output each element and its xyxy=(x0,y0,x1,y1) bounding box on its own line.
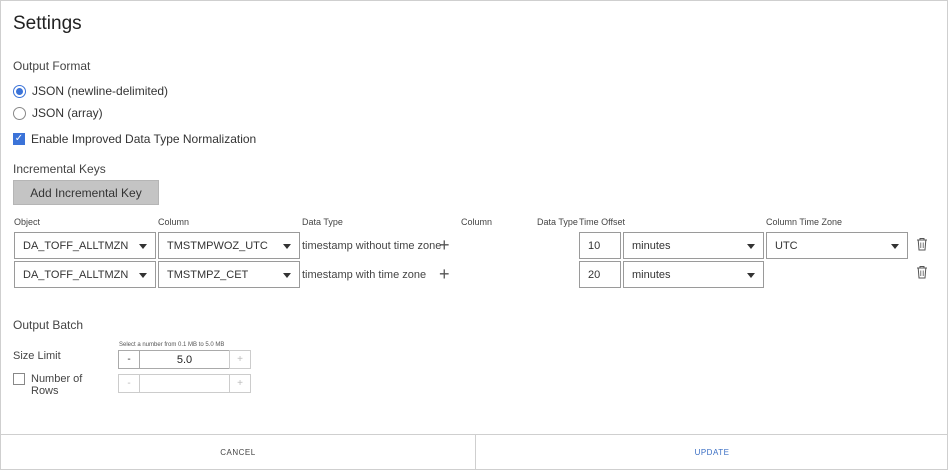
dropdown-caret-icon xyxy=(283,273,291,278)
size-limit-hint: Select a number from 0.1 MB to 5.0 MB xyxy=(119,342,225,348)
dialog-title: Settings xyxy=(13,13,82,34)
plus-icon[interactable]: + xyxy=(439,265,450,283)
plus-icon[interactable]: + xyxy=(439,236,450,254)
rows-input[interactable] xyxy=(140,374,229,393)
time-unit-select-value: minutes xyxy=(632,268,671,281)
time-offset-input[interactable]: 20 xyxy=(579,261,621,288)
settings-dialog: Settings Output Format JSON (newline-del… xyxy=(0,0,948,470)
time-zone-select[interactable]: UTC xyxy=(766,232,908,259)
column-select[interactable]: TMSTMPWOZ_UTC xyxy=(158,232,300,259)
header-data-type: Data Type xyxy=(302,217,343,227)
number-of-rows-label: Number of Rows xyxy=(31,373,82,397)
object-select[interactable]: DA_TOFF_ALLTMZN xyxy=(14,232,156,259)
rows-decrement-button[interactable]: - xyxy=(118,374,140,393)
header-column-time-zone: Column Time Zone xyxy=(766,217,843,227)
cancel-button[interactable]: CANCEL xyxy=(1,434,475,470)
radio-json-array-label: JSON (array) xyxy=(32,106,103,120)
dropdown-caret-icon xyxy=(139,244,147,249)
trash-icon[interactable] xyxy=(916,265,928,284)
size-limit-decrement-button[interactable]: - xyxy=(118,350,140,369)
dropdown-caret-icon xyxy=(747,244,755,249)
header-object: Object xyxy=(14,217,41,227)
time-unit-select[interactable]: minutes xyxy=(623,261,764,288)
normalization-label: Enable Improved Data Type Normalization xyxy=(31,132,257,146)
time-offset-input[interactable]: 10 xyxy=(579,232,621,259)
header-column: Column xyxy=(158,217,190,227)
object-select-value: DA_TOFF_ALLTMZN xyxy=(23,239,129,252)
normalization-checkbox[interactable]: ✓ Enable Improved Data Type Normalizatio… xyxy=(13,132,256,146)
header-column-2: Column xyxy=(461,217,493,227)
time-unit-select-value: minutes xyxy=(632,239,671,252)
size-limit-increment-button[interactable]: + xyxy=(229,350,251,369)
checkbox-unchecked-icon[interactable] xyxy=(13,373,25,385)
dropdown-caret-icon xyxy=(283,244,291,249)
add-incremental-key-button[interactable]: Add Incremental Key xyxy=(13,180,159,205)
header-data-type-2: Data Type xyxy=(537,217,578,227)
data-type-text: timestamp without time zone xyxy=(302,240,442,252)
number-of-rows-label-line1: Number of xyxy=(31,373,83,385)
dropdown-caret-icon xyxy=(747,273,755,278)
radio-unselected-icon[interactable] xyxy=(13,106,26,120)
output-format-label: Output Format xyxy=(13,59,91,73)
update-button[interactable]: UPDATE xyxy=(476,434,948,470)
time-unit-select[interactable]: minutes xyxy=(623,232,764,259)
number-of-rows-checkbox[interactable] xyxy=(13,373,25,385)
dropdown-caret-icon xyxy=(139,273,147,278)
time-zone-select-value: UTC xyxy=(775,239,798,252)
object-select-value: DA_TOFF_ALLTMZN xyxy=(23,268,129,281)
radio-json-array[interactable]: JSON (array) xyxy=(13,106,103,120)
data-type-text: timestamp with time zone xyxy=(302,269,427,281)
trash-icon[interactable] xyxy=(916,237,928,256)
radio-json-newline-label: JSON (newline-delimited) xyxy=(32,84,169,98)
column-select[interactable]: TMSTMPZ_CET xyxy=(158,261,300,288)
radio-selected-icon[interactable] xyxy=(13,84,26,98)
header-time-offset: Time Offset xyxy=(579,217,626,227)
number-of-rows-label-line2: Rows xyxy=(31,385,59,397)
object-select[interactable]: DA_TOFF_ALLTMZN xyxy=(14,261,156,288)
size-limit-label: Size Limit xyxy=(13,350,61,362)
column-select-value: TMSTMPWOZ_UTC xyxy=(167,239,268,252)
checkbox-checked-icon[interactable]: ✓ xyxy=(13,133,25,145)
rows-increment-button[interactable]: + xyxy=(229,374,251,393)
output-batch-label: Output Batch xyxy=(13,318,84,332)
size-limit-input[interactable]: 5.0 xyxy=(140,350,229,369)
incremental-keys-label: Incremental Keys xyxy=(13,162,106,176)
dropdown-caret-icon xyxy=(891,244,899,249)
radio-json-newline[interactable]: JSON (newline-delimited) xyxy=(13,84,168,98)
column-select-value: TMSTMPZ_CET xyxy=(167,268,249,281)
